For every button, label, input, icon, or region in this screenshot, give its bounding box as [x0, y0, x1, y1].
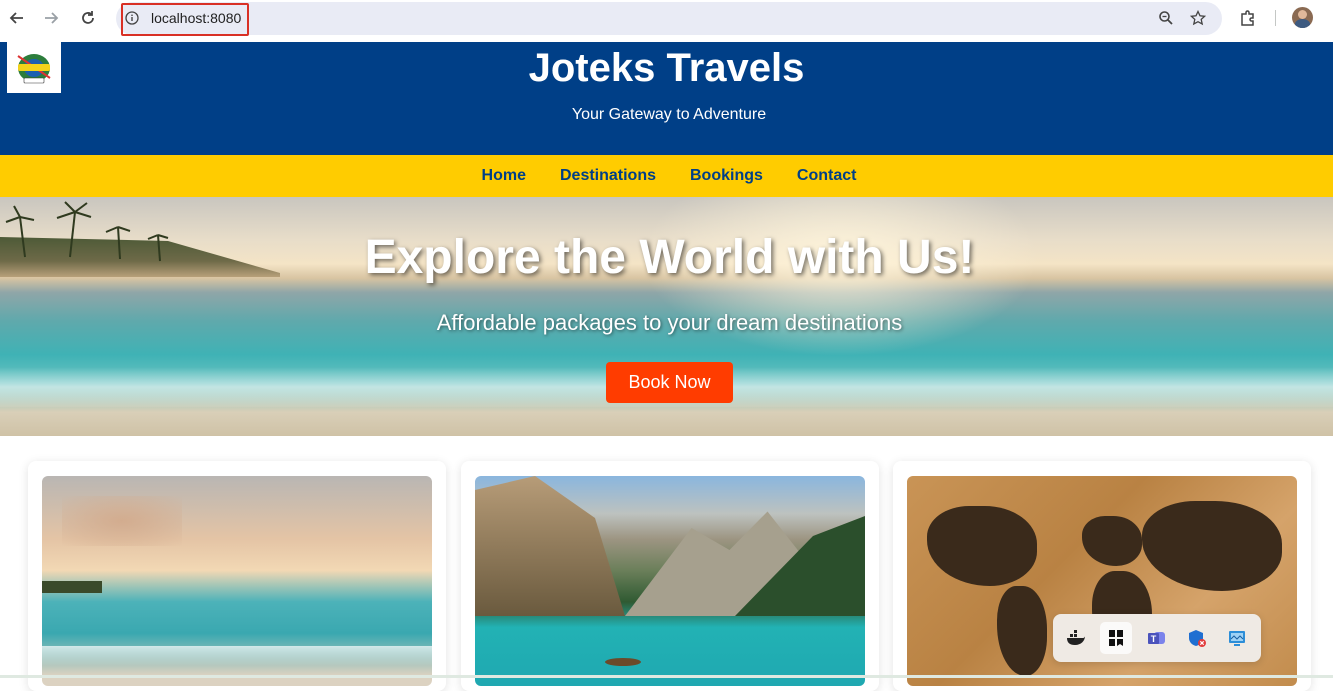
nav-destinations[interactable]: Destinations — [560, 167, 656, 185]
svg-text:T: T — [1151, 634, 1157, 644]
forward-button[interactable] — [39, 6, 63, 30]
forward-arrow-icon — [45, 12, 59, 24]
site-tagline: Your Gateway to Adventure — [571, 106, 767, 123]
hero-subtitle: Affordable packages to your dream destin… — [436, 310, 903, 335]
profile-avatar[interactable] — [1292, 7, 1313, 28]
docker-icon[interactable] — [1060, 622, 1092, 654]
site-header: Joteks Travels Your Gateway to Adventure — [0, 42, 1333, 155]
star-icon — [1190, 10, 1206, 26]
hero-banner: Explore the World with Us! Affordable pa… — [0, 197, 1333, 436]
back-arrow-icon — [9, 12, 23, 24]
network-icon[interactable] — [1221, 622, 1253, 654]
nav-home[interactable]: Home — [482, 167, 526, 185]
teams-icon[interactable]: T — [1141, 622, 1173, 654]
extensions-button[interactable] — [1238, 8, 1258, 28]
reload-button[interactable] — [76, 6, 100, 30]
zoom-icon — [1159, 11, 1173, 25]
system-tray-flyout: T — [1053, 614, 1261, 662]
browser-toolbar: localhost:8080 — [0, 0, 1333, 42]
nav-contact[interactable]: Contact — [797, 167, 857, 185]
lake-image — [475, 476, 865, 686]
reload-icon — [82, 11, 94, 24]
toolbar-divider — [1275, 10, 1276, 26]
book-now-button[interactable]: Book Now — [606, 362, 733, 403]
main-nav: Home Destinations Bookings Contact — [0, 155, 1333, 197]
site-title: Joteks Travels — [528, 46, 805, 90]
app-grid-icon[interactable] — [1100, 622, 1132, 654]
destination-card[interactable] — [28, 461, 446, 691]
puzzle-icon — [1241, 10, 1254, 26]
url-text[interactable]: localhost:8080 — [151, 10, 241, 26]
site-info-icon[interactable] — [125, 11, 139, 25]
zoom-button[interactable] — [1156, 8, 1176, 28]
nav-bookings[interactable]: Bookings — [690, 167, 763, 185]
back-button[interactable] — [5, 6, 29, 30]
bookmark-button[interactable] — [1188, 8, 1208, 28]
beach-image — [42, 476, 432, 686]
hero-title: Explore the World with Us! — [364, 231, 975, 284]
destination-card[interactable] — [461, 461, 879, 691]
security-icon[interactable] — [1181, 622, 1213, 654]
address-bar[interactable] — [116, 2, 1222, 35]
